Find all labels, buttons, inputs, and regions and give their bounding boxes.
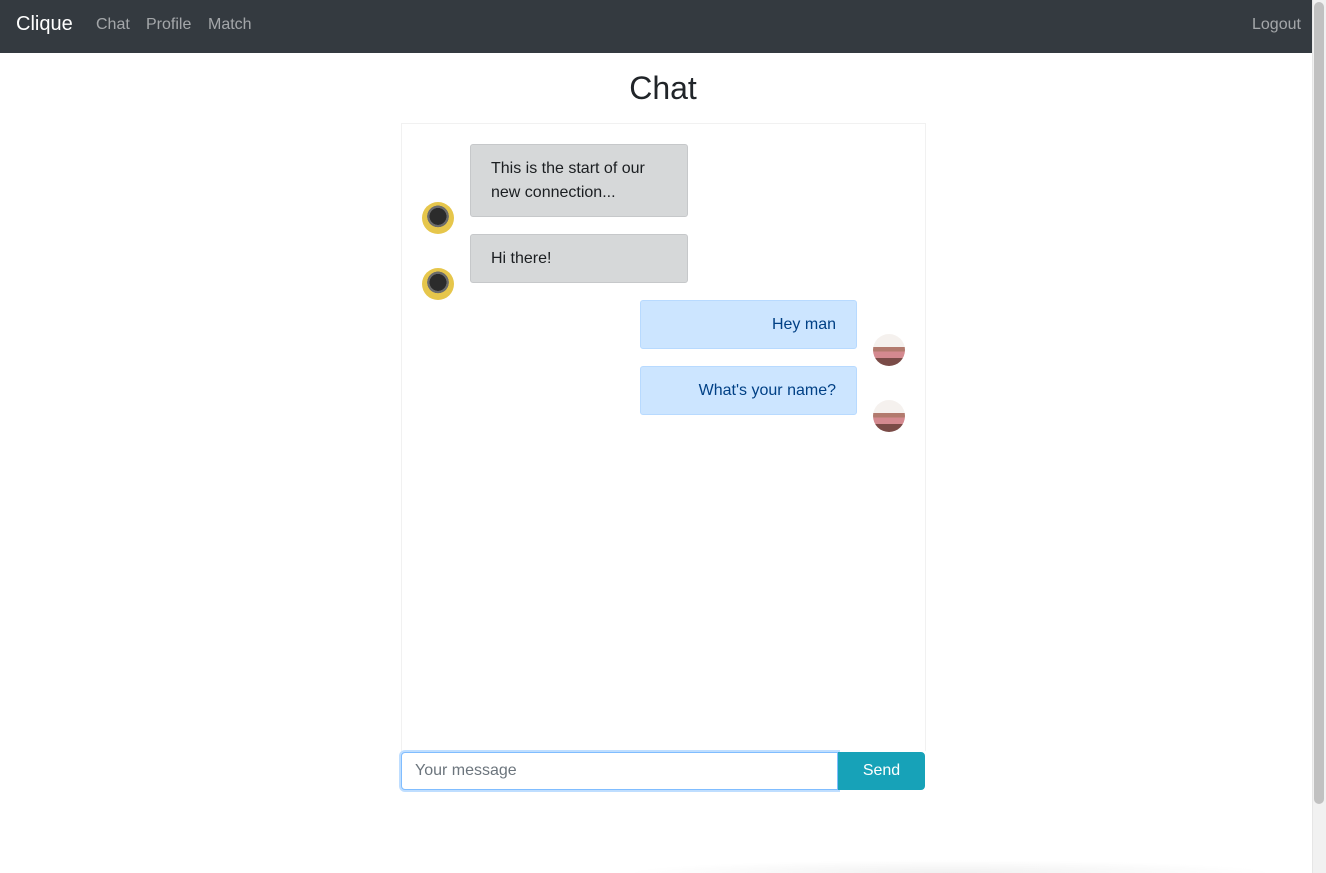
message-input[interactable]: [401, 752, 838, 790]
avatar-current-user: [873, 334, 905, 366]
avatar-other-user: [422, 268, 454, 300]
bottom-shadow: [620, 860, 1280, 873]
send-button[interactable]: Send: [838, 752, 925, 790]
page-title: Chat: [629, 70, 697, 106]
chat-messages-panel: [401, 123, 926, 751]
scrollbar-thumb[interactable]: [1314, 2, 1324, 804]
brand-logo[interactable]: Clique: [16, 13, 73, 36]
logout-link[interactable]: Logout: [1252, 16, 1301, 34]
top-navbar: Clique Chat Profile Match Logout: [0, 0, 1312, 53]
message-bubble-sent: What's your name?: [640, 366, 857, 415]
nav-link-chat[interactable]: Chat: [96, 16, 130, 34]
nav-link-profile[interactable]: Profile: [146, 16, 191, 34]
message-bubble-received: Hi there!: [470, 234, 688, 283]
nav-link-match[interactable]: Match: [208, 16, 252, 34]
message-bubble-received: This is the start of our new connection.…: [470, 144, 688, 217]
message-bubble-sent: Hey man: [640, 300, 857, 349]
avatar-current-user: [873, 400, 905, 432]
avatar-other-user: [422, 202, 454, 234]
